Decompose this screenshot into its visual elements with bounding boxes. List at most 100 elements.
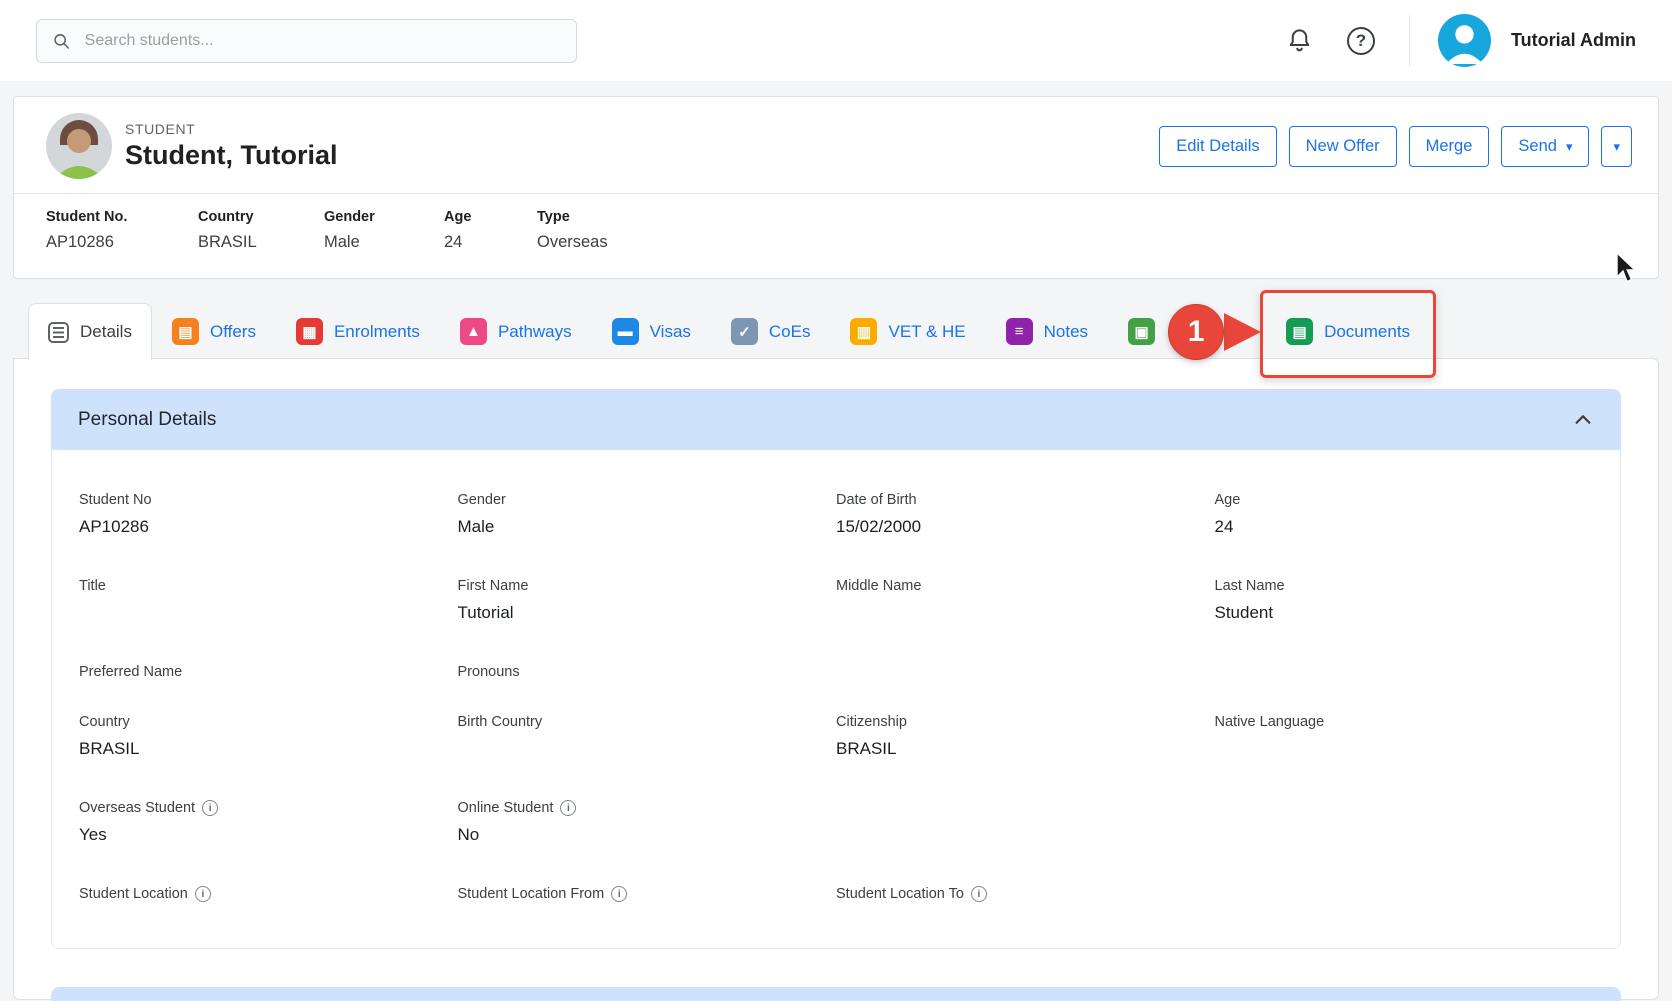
- field-value: BRASIL: [79, 739, 458, 760]
- field-value: Student: [1215, 603, 1594, 624]
- tab-label: Pathways: [498, 322, 572, 342]
- field-label: Country: [79, 714, 130, 730]
- summary-label: Type: [537, 209, 608, 225]
- chevron-up-icon: [1572, 409, 1594, 431]
- tab-visas[interactable]: ▬ Visas: [592, 303, 711, 359]
- field-value: AP10286: [79, 517, 458, 538]
- field-label: Date of Birth: [836, 492, 917, 508]
- tab-label: Enrolments: [334, 322, 420, 342]
- field-value: Yes: [79, 825, 458, 846]
- field-value: [836, 603, 1215, 624]
- field-label: Student Location: [79, 886, 188, 902]
- student-avatar: [46, 113, 112, 179]
- tab-coes[interactable]: ✓ CoEs: [711, 303, 831, 359]
- search-box[interactable]: [36, 19, 577, 63]
- next-section-header[interactable]: [51, 987, 1621, 1001]
- tab-pathways[interactable]: ▲ Pathways: [440, 303, 592, 359]
- field-value: [79, 603, 458, 624]
- field-label: Overseas Student: [79, 800, 195, 816]
- summary-value: BRASIL: [198, 233, 324, 252]
- field-value: Male: [458, 517, 837, 538]
- summary-value: Overseas: [537, 233, 608, 252]
- notifications-button[interactable]: [1280, 21, 1319, 60]
- field-age: Age 24: [1215, 492, 1594, 538]
- info-icon[interactable]: i: [611, 886, 627, 902]
- field-native-language: Native Language: [1215, 714, 1594, 760]
- info-icon[interactable]: i: [195, 886, 211, 902]
- tab-documents[interactable]: ▤ Documents 1: [1266, 303, 1430, 359]
- student-header-card: STUDENT Student, Tutorial Edit Details N…: [13, 96, 1659, 279]
- field-label: Native Language: [1215, 714, 1325, 730]
- field-value: Tutorial: [458, 603, 837, 624]
- tab-enrolments[interactable]: ▦ Enrolments: [276, 303, 440, 359]
- send-button[interactable]: Send ▾: [1501, 126, 1589, 167]
- field-label: Online Student: [458, 800, 554, 816]
- details-icon: [48, 322, 69, 343]
- tab-notes[interactable]: ≡ Notes: [986, 303, 1108, 359]
- caret-down-icon: ▾: [1613, 140, 1620, 153]
- field-value: 24: [1215, 517, 1594, 538]
- summary-type: Type Overseas: [537, 209, 608, 252]
- new-offer-button[interactable]: New Offer: [1289, 126, 1397, 167]
- field-value: BRASIL: [836, 739, 1215, 760]
- tab-label: Notes: [1044, 322, 1088, 342]
- summary-label: Gender: [324, 209, 444, 225]
- field-gender: Gender Male: [458, 492, 837, 538]
- hidden-tab-icon: ▣: [1128, 318, 1155, 345]
- topbar-divider: [1409, 15, 1410, 67]
- tab-label: VET & HE: [888, 322, 965, 342]
- field-first-name: First Name Tutorial: [458, 578, 837, 624]
- tab-hidden[interactable]: ▣: [1108, 303, 1266, 359]
- tab-label: Offers: [210, 322, 256, 342]
- field-value: No: [458, 825, 837, 846]
- caret-down-icon: ▾: [1566, 140, 1573, 153]
- field-citizenship: Citizenship BRASIL: [836, 714, 1215, 760]
- info-icon[interactable]: i: [971, 886, 987, 902]
- info-icon[interactable]: i: [202, 800, 218, 816]
- user-avatar: [1438, 14, 1491, 67]
- field-label: Last Name: [1215, 578, 1285, 594]
- tab-vet-he[interactable]: ▥ VET & HE: [830, 303, 985, 359]
- field-value: [458, 739, 837, 760]
- field-title: Title: [79, 578, 458, 624]
- info-icon[interactable]: i: [560, 800, 576, 816]
- tab-label: Visas: [650, 322, 691, 342]
- field-student-location-from: Student Location From i: [458, 886, 837, 902]
- field-date-of-birth: Date of Birth 15/02/2000: [836, 492, 1215, 538]
- field-pronouns: Pronouns: [458, 664, 837, 680]
- field-label: Gender: [458, 492, 506, 508]
- personal-details-header[interactable]: Personal Details: [51, 389, 1621, 450]
- topbar: ? Tutorial Admin: [0, 0, 1672, 81]
- tab-label: CoEs: [769, 322, 811, 342]
- student-type-label: STUDENT: [125, 121, 337, 137]
- summary-label: Student No.: [46, 209, 198, 225]
- summary-label: Age: [444, 209, 537, 225]
- merge-button[interactable]: Merge: [1409, 126, 1490, 167]
- summary-student-no: Student No. AP10286: [46, 209, 198, 252]
- help-button[interactable]: ?: [1341, 21, 1381, 61]
- enrolments-icon: ▦: [296, 318, 323, 345]
- student-actions: Edit Details New Offer Merge Send ▾ ▾: [1159, 126, 1632, 167]
- field-last-name: Last Name Student: [1215, 578, 1594, 624]
- search-input[interactable]: [83, 31, 561, 51]
- personal-details-panel: Personal Details Student No AP10286 Gend…: [51, 389, 1621, 949]
- field-label: Student Location To: [836, 886, 964, 902]
- student-tabs: Details ▤ Offers ▦ Enrolments ▲ Pathways…: [13, 303, 1659, 359]
- user-name: Tutorial Admin: [1511, 30, 1636, 51]
- user-menu[interactable]: Tutorial Admin: [1438, 14, 1636, 67]
- coes-icon: ✓: [731, 318, 758, 345]
- details-tab-content: Personal Details Student No AP10286 Gend…: [13, 358, 1659, 1000]
- field-label: Birth Country: [458, 714, 543, 730]
- field-value: 15/02/2000: [836, 517, 1215, 538]
- tab-details[interactable]: Details: [28, 303, 152, 360]
- tab-offers[interactable]: ▤ Offers: [152, 303, 276, 359]
- personal-details-body: Student No AP10286 Gender Male Date of B…: [51, 450, 1621, 949]
- more-actions-button[interactable]: ▾: [1601, 126, 1632, 167]
- field-label: Pronouns: [458, 664, 520, 680]
- tab-label: Details: [80, 322, 132, 342]
- field-student-location-to: Student Location To i: [836, 886, 1215, 902]
- visas-icon: ▬: [612, 318, 639, 345]
- edit-details-button[interactable]: Edit Details: [1159, 126, 1276, 167]
- send-button-label: Send: [1518, 137, 1557, 156]
- student-name: Student, Tutorial: [125, 140, 337, 171]
